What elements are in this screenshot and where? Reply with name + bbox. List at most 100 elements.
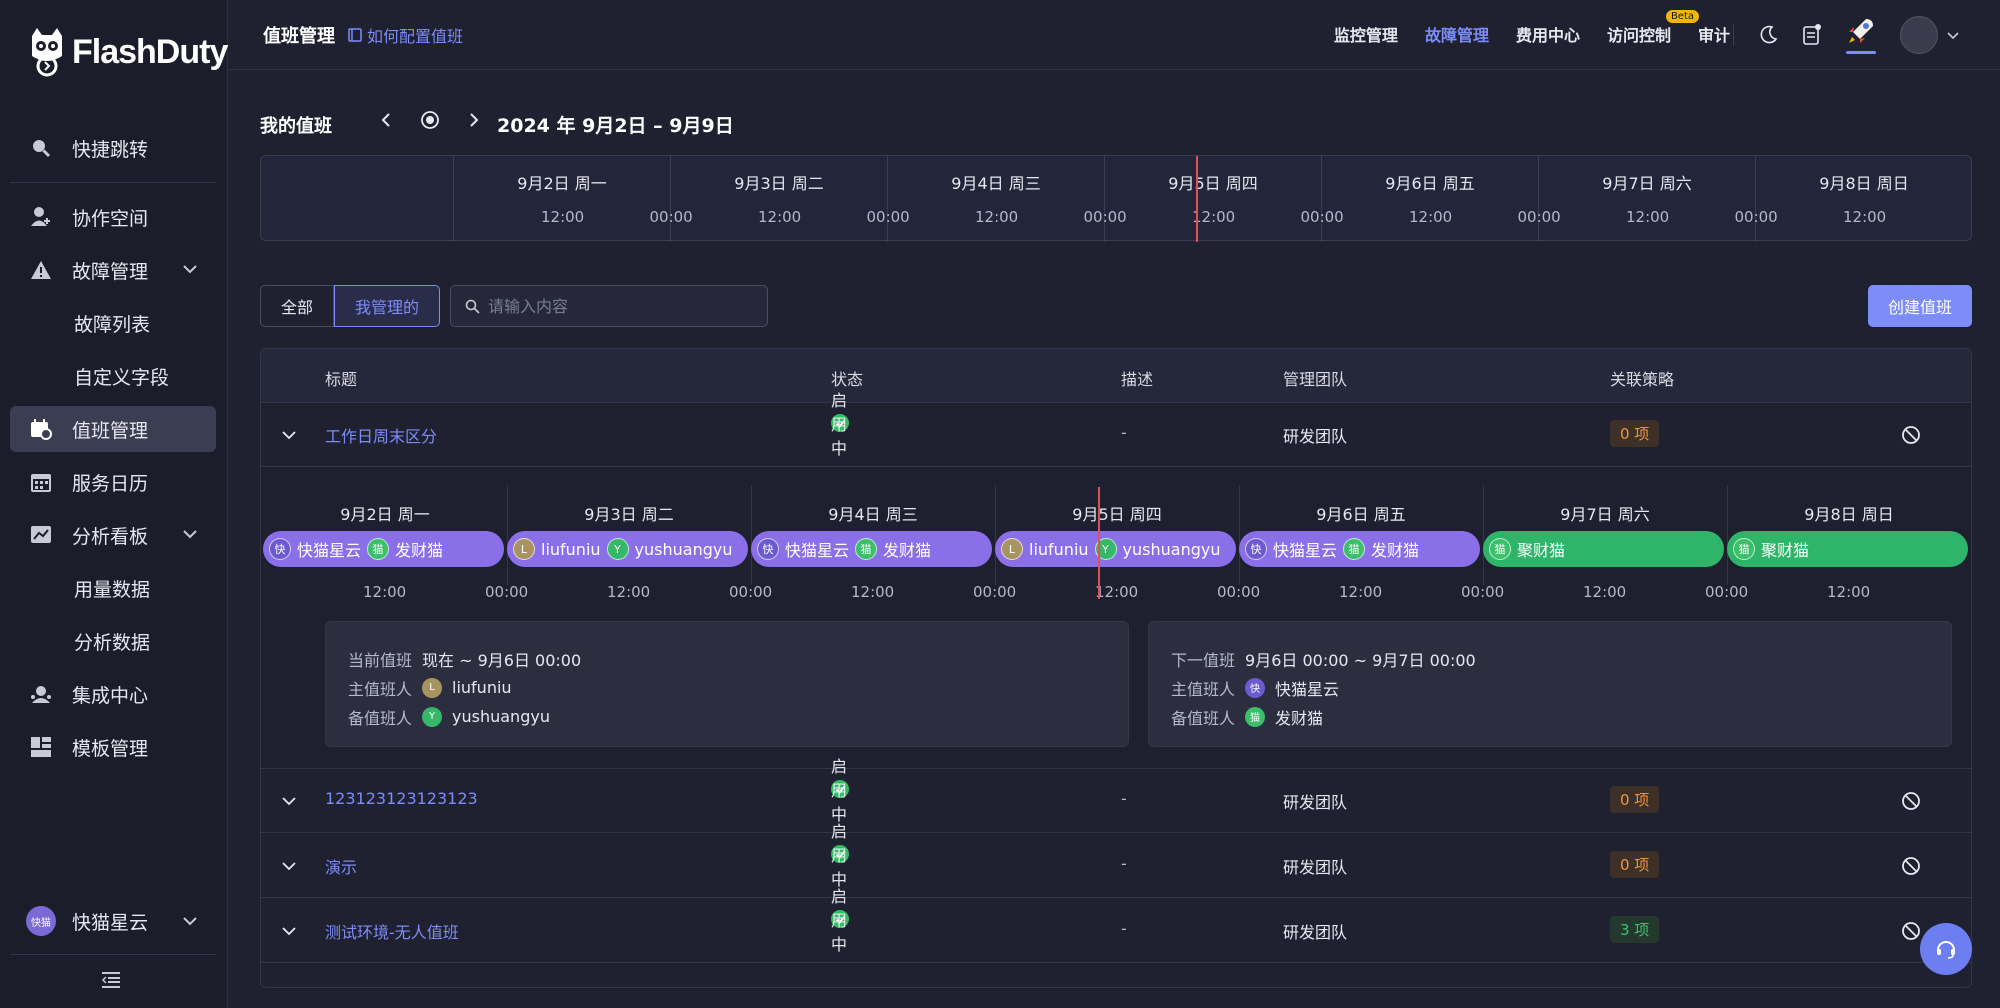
- user-menu[interactable]: 快猫 快猫星云: [10, 898, 216, 944]
- top-nav-access-control[interactable]: 访问控制: [1607, 22, 1671, 46]
- moon-icon[interactable]: [1758, 25, 1778, 45]
- timeline-day-label: 9月3日 周二: [584, 505, 674, 524]
- time-tick-label: 00:00: [866, 208, 910, 226]
- top-nav-audit[interactable]: 审计: [1698, 22, 1730, 46]
- shift-pill[interactable]: Lliufuniu Yyushuangyu: [995, 531, 1236, 567]
- sidebar-item-label: 值班管理: [72, 419, 149, 442]
- help-link[interactable]: 如何配置值班: [348, 23, 463, 47]
- disable-icon[interactable]: [1901, 791, 1921, 811]
- sidebar-item-custom-fields[interactable]: 自定义字段: [10, 353, 216, 399]
- timeline-divider: [1727, 485, 1728, 585]
- shift-pill[interactable]: 快快猫星云猫发财猫: [751, 531, 992, 567]
- col-team: 管理团队: [1283, 370, 1348, 389]
- current-duty-key: 当前值班: [348, 650, 413, 670]
- policy-count-badge[interactable]: 0 项: [1610, 851, 1660, 878]
- oncall-name: 发财猫: [883, 541, 932, 560]
- chevron-down-icon[interactable]: [281, 923, 297, 939]
- policy-count-badge[interactable]: 0 项: [1610, 420, 1660, 447]
- filter-all[interactable]: 全部: [260, 285, 335, 327]
- status-text: 启用中: [831, 391, 848, 458]
- sidebar-item-integrations[interactable]: 集成中心: [10, 671, 216, 717]
- shift-pill[interactable]: 快快猫星云猫发财猫: [263, 531, 504, 567]
- notes-icon[interactable]: [1802, 24, 1822, 46]
- sidebar-item-oncall[interactable]: 值班管理: [10, 406, 216, 452]
- disable-icon[interactable]: [1901, 921, 1921, 941]
- schedule-title-link[interactable]: 工作日周末区分: [325, 423, 437, 447]
- account-menu[interactable]: [1900, 16, 1960, 54]
- oncall-name: 发财猫: [395, 541, 444, 560]
- chevron-right-icon[interactable]: [466, 112, 482, 128]
- rocket-icon[interactable]: [1846, 16, 1876, 54]
- day-label: 9月3日 周二: [734, 174, 824, 193]
- timeline-divider: [507, 485, 508, 585]
- sidebar-item-incident[interactable]: 故障管理: [10, 247, 216, 293]
- sidebar-item-label: 故障列表: [74, 313, 151, 336]
- top-nav-monitoring[interactable]: 监控管理: [1334, 22, 1398, 46]
- top-nav-incident[interactable]: 故障管理: [1425, 22, 1489, 46]
- disable-icon[interactable]: [1901, 425, 1921, 445]
- shift-pill[interactable]: Lliufuniu Yyushuangyu: [507, 531, 748, 567]
- search-input[interactable]: [488, 296, 748, 316]
- sidebar-item-label: 快捷跳转: [72, 138, 149, 161]
- timeline-divider: [995, 485, 996, 585]
- avatar: 快: [757, 538, 779, 560]
- avatar: L: [1001, 538, 1023, 560]
- avatar: Y: [606, 538, 629, 560]
- description: -: [1121, 789, 1127, 808]
- filter-mine[interactable]: 我管理的: [334, 285, 441, 327]
- sidebar-item-label: 分析数据: [74, 631, 151, 654]
- sidebar-item-templates[interactable]: 模板管理: [10, 724, 216, 770]
- col-title: 标题: [325, 370, 358, 389]
- time-tick-label: 00:00: [1083, 208, 1127, 226]
- status-text: 启用中: [831, 822, 848, 889]
- time-tick-label: 00:00: [649, 208, 693, 226]
- day-column: 9月4日 周三: [887, 156, 1104, 242]
- beta-badge: Beta: [1665, 10, 1699, 23]
- collapse-sidebar-icon[interactable]: [100, 970, 122, 995]
- timeline-day-label: 9月4日 周三: [828, 505, 918, 524]
- table-row[interactable]: 123123123123123 启用中 - 研发团队 0 项: [261, 757, 1971, 833]
- sidebar-item-quick-jump[interactable]: 快捷跳转: [10, 125, 216, 171]
- sidebar-item-usage[interactable]: 用量数据: [10, 565, 216, 611]
- status-text: 启用中: [831, 887, 848, 954]
- table-row[interactable]: 演示 启用中 - 研发团队 0 项: [261, 822, 1971, 898]
- timeline-time-label: 00:00: [1461, 583, 1505, 601]
- timeline-day-label: 9月7日 周六: [1560, 505, 1650, 524]
- create-schedule-button[interactable]: 创建值班: [1868, 285, 1972, 327]
- day-column: 9月3日 周二: [670, 156, 887, 242]
- support-button[interactable]: [1920, 923, 1972, 975]
- top-nav-billing[interactable]: 费用中心: [1516, 22, 1580, 46]
- user-name: 快猫星云: [72, 911, 149, 934]
- chevron-down-icon[interactable]: [281, 858, 297, 874]
- shift-pill[interactable]: 猫聚财猫: [1727, 531, 1968, 567]
- chevron-down-icon[interactable]: [281, 793, 297, 809]
- shift-pill[interactable]: 猫聚财猫: [1483, 531, 1724, 567]
- sidebar-item-analysis-data[interactable]: 分析数据: [10, 618, 216, 664]
- sidebar-item-analytics[interactable]: 分析看板: [10, 512, 216, 558]
- primary-oncall-name: 快猫星云: [1275, 679, 1340, 699]
- table-row[interactable]: 工作日周末区分 启用中 - 研发团队 0 项: [261, 391, 1971, 467]
- next-duty-value: 9月6日 00:00 ~ 9月7日 00:00: [1245, 650, 1476, 670]
- day-label: 9月6日 周五: [1385, 174, 1475, 193]
- sidebar: FlashDuty 快捷跳转 协作空间 故障管理 故障列表 自定义字段 值班管理: [0, 0, 228, 1008]
- sidebar-item-workspace[interactable]: 协作空间: [10, 194, 216, 240]
- schedule-title-link[interactable]: 演示: [325, 854, 357, 878]
- day-label: 9月2日 周一: [517, 174, 607, 193]
- schedule-title-link[interactable]: 123123123123123: [325, 789, 478, 808]
- sidebar-item-label: 用量数据: [74, 578, 151, 601]
- shift-pill[interactable]: 快快猫星云猫发财猫: [1239, 531, 1480, 567]
- time-tick-label: 12:00: [1192, 208, 1236, 226]
- brand-logo[interactable]: FlashDuty: [28, 26, 228, 78]
- sidebar-item-service-calendar[interactable]: 服务日历: [10, 459, 216, 505]
- schedule-title-link[interactable]: 测试环境-无人值班: [325, 919, 459, 943]
- disable-icon[interactable]: [1901, 856, 1921, 876]
- chevron-left-icon[interactable]: [378, 112, 394, 128]
- policy-count-badge[interactable]: 3 项: [1610, 916, 1660, 943]
- chevron-down-icon[interactable]: [281, 427, 297, 443]
- table-row[interactable]: 测试环境-无人值班 启用中 - 研发团队 3 项: [261, 887, 1971, 963]
- policy-count-badge[interactable]: 0 项: [1610, 786, 1660, 813]
- sidebar-item-incident-list[interactable]: 故障列表: [10, 300, 216, 346]
- avatar: 猫: [367, 538, 390, 560]
- table-header: 标题 状态 描述 管理团队 关联策略: [261, 349, 1971, 403]
- current-week-icon[interactable]: [420, 110, 440, 130]
